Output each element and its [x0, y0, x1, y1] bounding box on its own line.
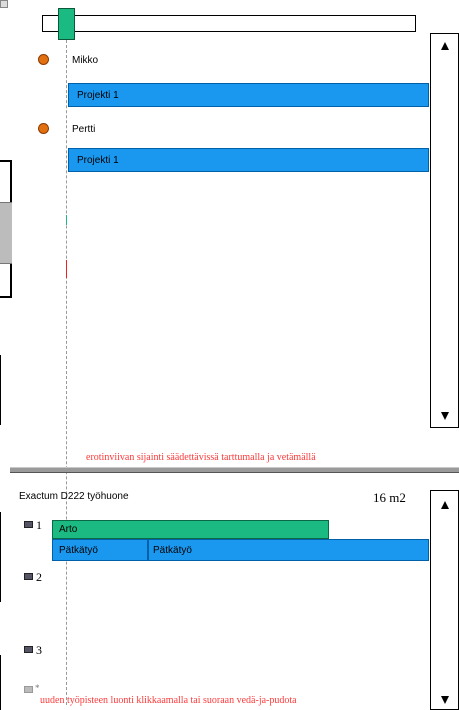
computer-icon — [24, 646, 33, 653]
left-border-fragment — [0, 655, 1, 710]
room-area: 16 m2 — [373, 490, 406, 505]
workstation-row-2[interactable]: 2 — [24, 570, 64, 586]
left-panel-fragment — [0, 160, 12, 298]
time-cursor-line — [66, 40, 67, 705]
workstation-number: 1 — [36, 518, 42, 532]
panel-splitter[interactable] — [10, 467, 459, 473]
person-name: Mikko — [72, 55, 99, 66]
top-panel-scrollbar[interactable] — [430, 33, 459, 428]
person-icon — [38, 54, 49, 65]
time-cursor-marker — [66, 215, 67, 225]
workstation-row-3[interactable]: 3 — [24, 643, 64, 659]
left-border-fragment — [0, 512, 1, 602]
computer-icon — [24, 686, 33, 693]
computer-icon — [24, 521, 33, 528]
person-name: Pertti — [72, 124, 96, 135]
person-icon — [38, 123, 49, 134]
project-bar[interactable]: Projekti 1 — [68, 148, 429, 172]
new-workstation-marker: * — [35, 683, 40, 693]
timeline-slider-thumb[interactable] — [58, 8, 75, 40]
arrow-up-icon[interactable] — [441, 42, 449, 50]
splitter-hint: erotinviivan sijainti säädettävissä tart… — [86, 452, 316, 463]
workstation-number: 2 — [36, 570, 42, 584]
time-cursor-marker — [66, 260, 67, 278]
person-row[interactable]: Pertti — [36, 120, 426, 138]
computer-icon — [24, 573, 33, 580]
project-bar[interactable]: Projekti 1 — [68, 83, 429, 107]
new-workstation-hint: uuden työpisteen luonti klikkaamalla tai… — [40, 695, 297, 706]
workstation-number: 3 — [36, 643, 42, 657]
room-title: Exactum D222 työhuone — [19, 491, 129, 502]
arrow-down-icon[interactable] — [441, 412, 449, 420]
arrow-down-icon[interactable] — [441, 696, 449, 704]
task-label: Pätkätyö — [153, 545, 192, 556]
room-panel-scrollbar[interactable] — [430, 490, 459, 710]
left-border-fragment — [0, 355, 1, 425]
person-row[interactable]: Mikko — [36, 52, 426, 70]
task-bar[interactable]: Pätkätyö — [52, 539, 148, 561]
project-label: Projekti 1 — [77, 90, 119, 101]
timeline-slider-track[interactable] — [42, 15, 416, 32]
task-label: Pätkätyö — [59, 545, 98, 556]
arrow-up-icon[interactable] — [441, 501, 449, 509]
occupant-bar[interactable]: Arto — [52, 520, 329, 539]
task-bar[interactable]: Pätkätyö — [148, 539, 429, 561]
left-fragment-top — [0, 0, 8, 8]
occupant-name: Arto — [59, 524, 78, 535]
project-label: Projekti 1 — [77, 155, 119, 166]
